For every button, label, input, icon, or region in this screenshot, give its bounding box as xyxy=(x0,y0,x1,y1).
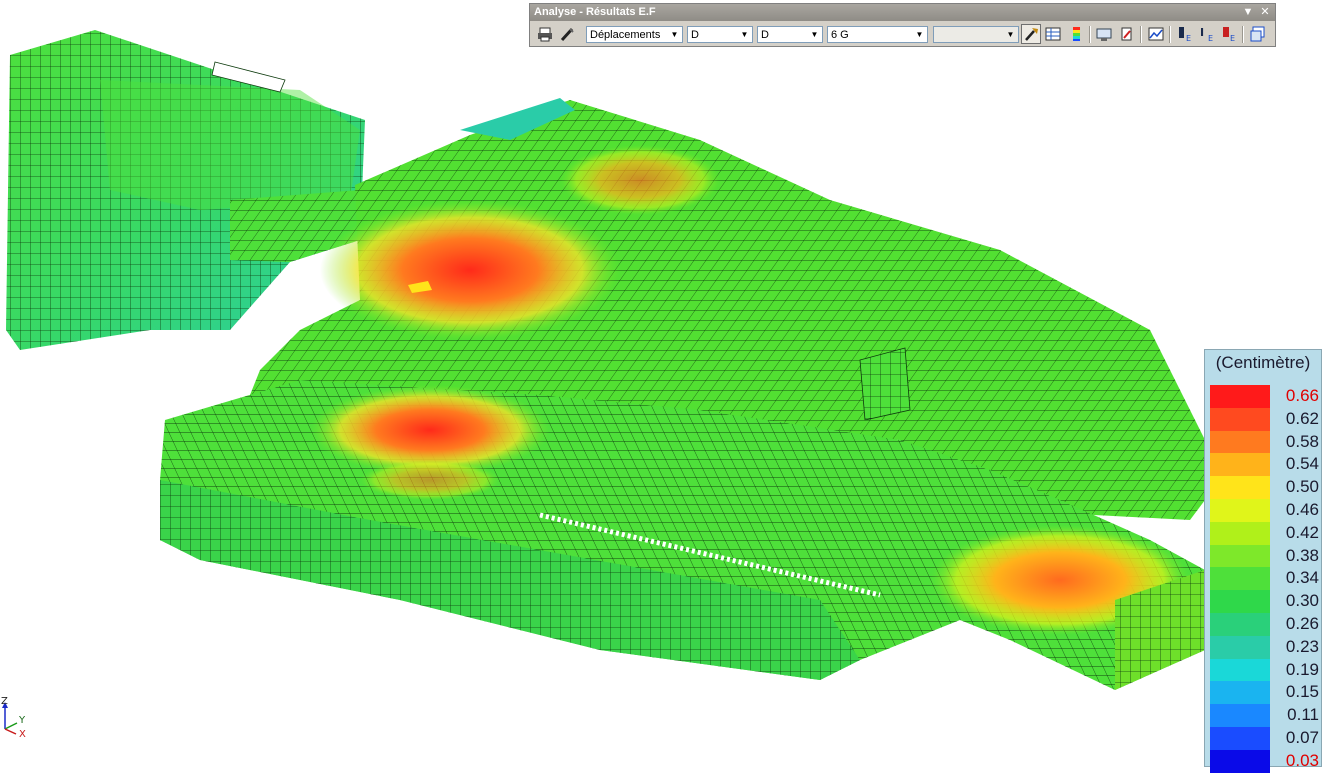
legend-swatch xyxy=(1210,499,1270,522)
legend-swatch xyxy=(1210,430,1270,454)
legend-value: 0.03 xyxy=(1285,750,1319,770)
legend-value: 0.19 xyxy=(1285,659,1319,679)
svg-text:E: E xyxy=(1186,34,1191,42)
legend-value: 0.23 xyxy=(1285,636,1319,656)
table-icon[interactable] xyxy=(1043,24,1063,44)
legend-swatch xyxy=(1210,385,1270,408)
inertia-label-icon[interactable]: IE xyxy=(1197,24,1217,44)
legend-swatch xyxy=(1210,544,1270,568)
legend-swatch xyxy=(1210,521,1270,545)
svg-text:E: E xyxy=(1208,34,1213,42)
legend-value: 0.54 xyxy=(1285,454,1319,474)
legend-swatch xyxy=(1210,749,1270,773)
tower-block xyxy=(6,30,365,350)
legend-value: 0.42 xyxy=(1285,522,1319,542)
legend-swatch xyxy=(1210,407,1270,431)
result-type-value: Déplacements xyxy=(590,29,661,41)
chevron-down-icon[interactable]: ▼ xyxy=(738,28,751,41)
extra-select[interactable]: ▼ xyxy=(933,26,1019,43)
legend-swatch xyxy=(1210,635,1270,659)
legend-value: 0.58 xyxy=(1285,431,1319,451)
axis-y-label: Y xyxy=(18,715,26,726)
toolbar-menu-icon[interactable]: ▼ xyxy=(1242,6,1254,18)
legend-value: 0.46 xyxy=(1285,500,1319,519)
legend-value: 0.50 xyxy=(1285,477,1319,497)
line-graph-icon[interactable] xyxy=(1146,24,1166,44)
legend-value: 0.11 xyxy=(1287,705,1319,725)
chevron-down-icon[interactable]: ▼ xyxy=(808,28,821,41)
axis-x-label: X xyxy=(19,729,26,740)
component-1-select[interactable]: D ▼ xyxy=(687,26,753,43)
legend-unit-title: (Centimètre) xyxy=(1215,353,1311,372)
legend-value: 0.15 xyxy=(1285,682,1319,702)
chevron-down-icon[interactable]: ▼ xyxy=(1004,28,1017,41)
animation-icon[interactable] xyxy=(1117,24,1137,44)
legend-swatch xyxy=(1210,476,1270,500)
legend-value: 0.62 xyxy=(1285,408,1319,428)
pen-icon[interactable] xyxy=(557,24,577,44)
chevron-down-icon[interactable]: ▼ xyxy=(913,28,926,41)
display-options-icon[interactable] xyxy=(1094,24,1114,44)
gradient-scale-icon[interactable] xyxy=(1066,24,1086,44)
legend-swatch xyxy=(1210,567,1270,591)
axis-triad: Z Y X xyxy=(1,696,26,740)
color-scale-legend: (Centimètre) 0.66 0.62 0.58 0.54 0.50 0.46 0.4… xyxy=(1204,349,1322,773)
legend-swatch xyxy=(1210,704,1270,728)
legend-value: 0.34 xyxy=(1285,568,1319,588)
legend-value: 0.30 xyxy=(1285,591,1319,611)
result-type-select[interactable]: Déplacements ▼ xyxy=(586,26,683,43)
element-label-icon[interactable]: E xyxy=(1175,24,1195,44)
window-icon[interactable] xyxy=(1248,24,1268,44)
legend-swatch xyxy=(1210,453,1270,477)
legend-swatch xyxy=(1210,613,1270,636)
fem-mesh-model[interactable] xyxy=(0,0,1324,769)
legend-swatch xyxy=(1210,658,1270,682)
component-2-value: D xyxy=(761,29,769,41)
print-icon[interactable] xyxy=(535,24,555,44)
fe-results-toolbar[interactable]: Analyse - Résultats E.F ▼ ✕ Déplacements… xyxy=(529,3,1276,47)
toolbar-title: Analyse - Résultats E.F xyxy=(534,6,656,18)
chevron-down-icon[interactable]: ▼ xyxy=(668,28,681,41)
legend-value: 0.38 xyxy=(1285,545,1319,565)
axis-z-label: Z xyxy=(1,696,8,707)
load-case-select[interactable]: 6 G ▼ xyxy=(827,26,928,43)
close-icon[interactable]: ✕ xyxy=(1259,6,1271,18)
svg-text:I: I xyxy=(1200,26,1204,39)
legend-value: 0.07 xyxy=(1285,728,1319,747)
pointer-icon[interactable] xyxy=(1021,24,1041,44)
load-case-value: 6 G xyxy=(831,29,849,41)
legend-value: 0.66 xyxy=(1285,386,1319,405)
legend-swatch xyxy=(1210,590,1270,614)
component-1-value: D xyxy=(691,29,699,41)
legend-value: 0.26 xyxy=(1285,614,1319,633)
legend-swatch xyxy=(1210,681,1270,705)
elevation-label-icon[interactable]: E xyxy=(1219,24,1239,44)
legend-swatch xyxy=(1210,727,1270,750)
results-viewport[interactable] xyxy=(0,0,1324,769)
component-2-select[interactable]: D ▼ xyxy=(757,26,823,43)
svg-text:E: E xyxy=(1230,34,1235,42)
toolbar-titlebar[interactable]: Analyse - Résultats E.F ▼ ✕ xyxy=(530,4,1275,21)
